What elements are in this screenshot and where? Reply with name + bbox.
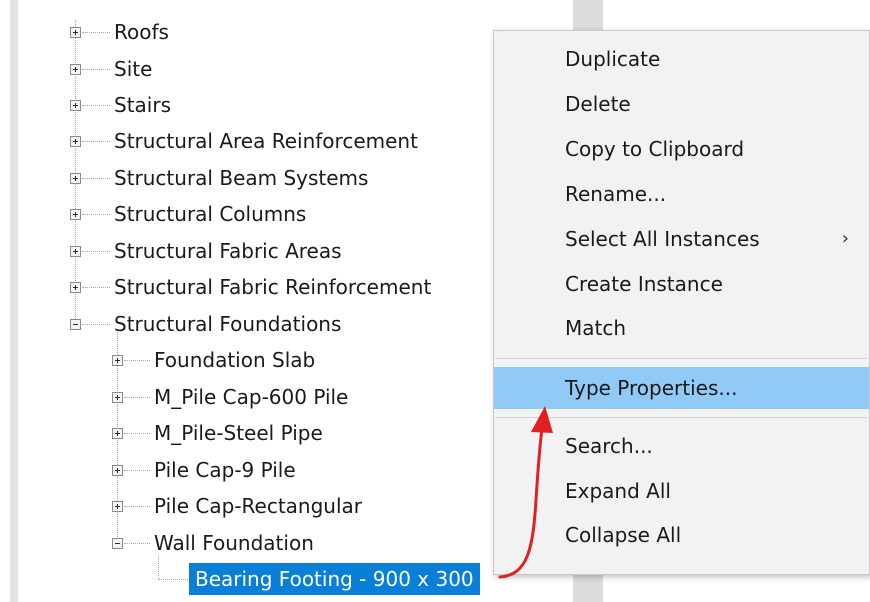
tree-item-label: Structural Area Reinforcement bbox=[114, 129, 418, 153]
tree-item-m-pile-cap-600-pile[interactable]: M_Pile Cap-600 Pile bbox=[0, 382, 560, 412]
tree-item-stairs[interactable]: Stairs bbox=[0, 90, 560, 120]
collapse-icon[interactable] bbox=[70, 319, 81, 330]
menu-item-copy-to-clipboard[interactable]: Copy to Clipboard bbox=[494, 130, 869, 168]
tree-item-structural-columns[interactable]: Structural Columns bbox=[0, 199, 560, 229]
menu-item-rename[interactable]: Rename... bbox=[494, 175, 869, 213]
tree-item-label: Structural Beam Systems bbox=[114, 166, 369, 190]
tree-item-site[interactable]: Site bbox=[0, 54, 560, 84]
tree-item-wall-foundation[interactable]: Wall Foundation bbox=[0, 528, 560, 558]
expand-icon[interactable] bbox=[70, 209, 81, 220]
menu-item-collapse-all[interactable]: Collapse All bbox=[494, 516, 869, 554]
menu-item-select-all-instances[interactable]: Select All Instances › bbox=[494, 220, 869, 258]
expand-icon[interactable] bbox=[70, 64, 81, 75]
tree-item-label: Site bbox=[114, 57, 153, 81]
expand-icon[interactable] bbox=[70, 282, 81, 293]
menu-item-type-properties[interactable]: Type Properties... bbox=[494, 367, 869, 409]
expand-icon[interactable] bbox=[70, 136, 81, 147]
menu-item-search[interactable]: Search... bbox=[494, 427, 869, 465]
menu-item-create-instance[interactable]: Create Instance bbox=[494, 265, 869, 303]
tree-item-label: Wall Foundation bbox=[154, 531, 314, 555]
tree-item-structural-foundations[interactable]: Structural Foundations bbox=[0, 309, 560, 339]
expand-icon[interactable] bbox=[70, 100, 81, 111]
menu-separator bbox=[496, 358, 867, 359]
menu-item-match[interactable]: Match bbox=[494, 309, 869, 347]
tree-item-label: Stairs bbox=[114, 93, 171, 117]
tree-item-label: Structural Columns bbox=[114, 202, 307, 226]
submenu-arrow-icon: › bbox=[841, 228, 849, 249]
tree-item-pile-cap-9-pile[interactable]: Pile Cap-9 Pile bbox=[0, 455, 560, 485]
expand-icon[interactable] bbox=[112, 355, 123, 366]
expand-icon[interactable] bbox=[70, 27, 81, 38]
tree-item-roofs[interactable]: Roofs bbox=[0, 17, 560, 47]
tree-item-label: Roofs bbox=[114, 20, 169, 44]
expand-icon[interactable] bbox=[112, 428, 123, 439]
selected-tree-item-label: Bearing Footing - 900 x 300 bbox=[189, 563, 480, 595]
expand-icon[interactable] bbox=[112, 501, 123, 512]
expand-icon[interactable] bbox=[112, 465, 123, 476]
tree-item-label: Pile Cap-Rectangular bbox=[154, 494, 363, 518]
menu-separator bbox=[496, 417, 867, 418]
tree-item-bearing-footing[interactable]: Bearing Footing - 900 x 300 bbox=[0, 562, 560, 596]
tree-item-label: M_Pile Cap-600 Pile bbox=[154, 385, 349, 409]
tree-item-structural-fabric-reinforcement[interactable]: Structural Fabric Reinforcement bbox=[0, 272, 560, 302]
expand-icon[interactable] bbox=[70, 246, 81, 257]
expand-icon[interactable] bbox=[70, 173, 81, 184]
tree-item-structural-beam-systems[interactable]: Structural Beam Systems bbox=[0, 163, 560, 193]
tree-item-pile-cap-rectangular[interactable]: Pile Cap-Rectangular bbox=[0, 491, 560, 521]
menu-item-delete[interactable]: Delete bbox=[494, 85, 869, 123]
tree-item-label: Structural Fabric Reinforcement bbox=[114, 275, 432, 299]
context-menu: Duplicate Delete Copy to Clipboard Renam… bbox=[493, 30, 870, 575]
tree-item-foundation-slab[interactable]: Foundation Slab bbox=[0, 345, 560, 375]
tree-item-m-pile-steel-pipe[interactable]: M_Pile-Steel Pipe bbox=[0, 418, 560, 448]
tree-item-structural-area-reinforcement[interactable]: Structural Area Reinforcement bbox=[0, 126, 560, 156]
tree-item-label: Structural Foundations bbox=[114, 312, 342, 336]
tree-item-label: M_Pile-Steel Pipe bbox=[154, 421, 323, 445]
project-browser-tree: Roofs Site Stairs Structural Area Reinfo… bbox=[0, 0, 575, 602]
expand-icon[interactable] bbox=[112, 392, 123, 403]
menu-item-expand-all[interactable]: Expand All bbox=[494, 472, 869, 510]
tree-item-structural-fabric-areas[interactable]: Structural Fabric Areas bbox=[0, 236, 560, 266]
tree-item-label: Structural Fabric Areas bbox=[114, 239, 342, 263]
tree-item-label: Foundation Slab bbox=[154, 348, 316, 372]
tree-item-label: Pile Cap-9 Pile bbox=[154, 458, 296, 482]
menu-item-duplicate[interactable]: Duplicate bbox=[494, 40, 869, 78]
collapse-icon[interactable] bbox=[112, 538, 123, 549]
